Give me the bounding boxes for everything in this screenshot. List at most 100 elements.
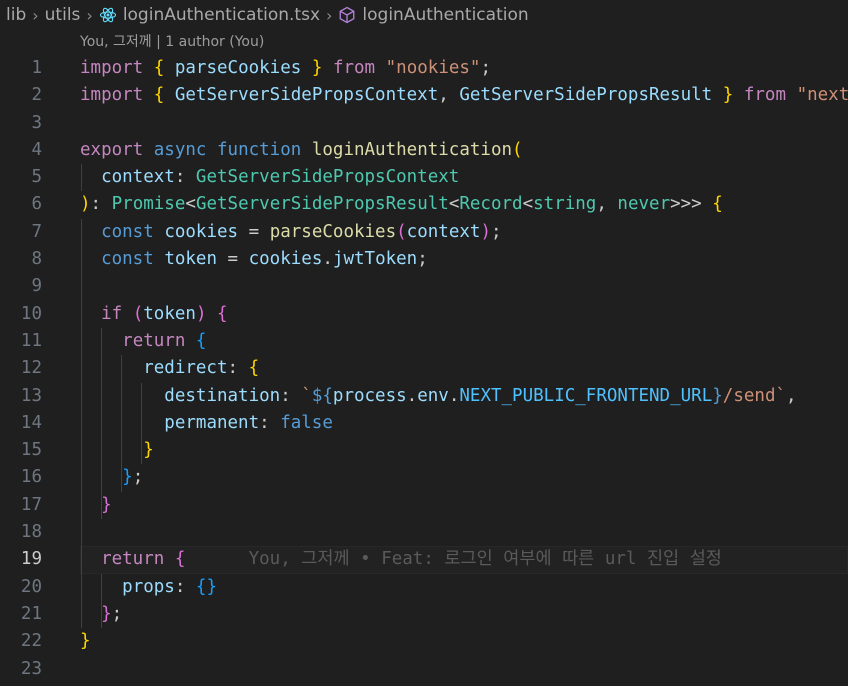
code-line[interactable]: 16 }; xyxy=(0,464,848,491)
code-token: ( xyxy=(396,221,407,242)
line-number: 6 xyxy=(31,194,42,215)
code-line[interactable]: 17 } xyxy=(0,492,848,519)
code-token: : xyxy=(174,167,196,188)
code-line[interactable]: 15 } xyxy=(0,437,848,464)
code-token: ${ xyxy=(311,385,333,406)
code-token: props xyxy=(122,576,175,597)
line-code: }; xyxy=(80,464,143,491)
line-number: 13 xyxy=(20,385,42,406)
code-token: } xyxy=(143,440,154,461)
code-token: if xyxy=(101,303,123,324)
breadcrumb-symbol[interactable]: loginAuthentication xyxy=(362,5,528,25)
line-number: 4 xyxy=(31,139,42,160)
line-code: } xyxy=(80,492,112,519)
breadcrumb-folder-utils[interactable]: utils xyxy=(45,5,81,25)
code-line[interactable]: 14 permanent: false xyxy=(0,410,848,437)
code-token: { xyxy=(217,303,228,324)
code-line[interactable]: 12 redirect: { xyxy=(0,355,848,382)
codelens-author[interactable]: You, 그저께 | 1 author (You) xyxy=(80,30,848,55)
code-token: } xyxy=(122,467,133,488)
code-token: NEXT_PUBLIC_FRONTEND_URL xyxy=(459,385,713,406)
code-token: { xyxy=(712,194,723,215)
line-number: 3 xyxy=(31,112,42,133)
code-token: ; xyxy=(490,221,502,242)
code-token: Promise xyxy=(111,194,186,215)
code-line[interactable]: 9 xyxy=(0,273,848,300)
line-code: redirect: { xyxy=(80,355,259,382)
code-token: const xyxy=(101,221,154,242)
code-line[interactable]: 4 export async function loginAuthenticati… xyxy=(0,137,848,164)
line-code: destination: `${process.env.NEXT_PUBLIC_… xyxy=(80,383,796,410)
code-line[interactable]: 23 xyxy=(0,656,848,683)
code-line[interactable]: 22} xyxy=(0,628,848,655)
line-code: } xyxy=(80,628,91,655)
code-token: import xyxy=(80,58,144,78)
code-line[interactable]: 8 const token = cookies.jwtToken; xyxy=(0,246,848,273)
line-number: 19 xyxy=(20,549,42,570)
code-editor[interactable]: 1 import { parseCookies } from "nookies";… xyxy=(0,55,848,683)
code-line[interactable]: 5 context: GetServerSidePropsContext xyxy=(0,164,848,191)
code-token: GetServerSidePropsResult xyxy=(459,85,713,106)
line-number: 7 xyxy=(31,221,42,242)
line-number: 10 xyxy=(20,303,42,324)
code-line[interactable]: 7 const cookies = parseCookies(context); xyxy=(0,219,848,246)
code-line[interactable]: 10 if (token) { xyxy=(0,301,848,328)
code-token: { xyxy=(174,549,186,570)
code-token: } xyxy=(712,385,723,406)
code-line[interactable]: 18 xyxy=(0,519,848,546)
line-number: 16 xyxy=(20,467,42,488)
line-code: if (token) { xyxy=(80,301,228,328)
code-token: export xyxy=(80,139,144,160)
code-token: ; xyxy=(480,58,492,78)
line-code: export async function loginAuthenticatio… xyxy=(80,137,523,164)
code-line[interactable]: 13 destination: `${process.env.NEXT_PUBL… xyxy=(0,383,848,410)
code-line[interactable]: 1 import { parseCookies } from "nookies"; xyxy=(0,55,848,82)
indent-guide xyxy=(81,164,82,192)
code-token: = xyxy=(217,249,249,270)
code-token: "next" xyxy=(796,85,848,106)
line-code: ): Promise<GetServerSidePropsResult<Reco… xyxy=(80,191,723,218)
code-line[interactable]: 19 return { You, 그저께 • Feat: 로그인 여부에 따른 … xyxy=(0,546,848,574)
code-token: jwtToken xyxy=(332,249,418,270)
code-line[interactable]: 11 return { xyxy=(0,328,848,355)
code-token: const xyxy=(101,249,154,270)
breadcrumb-folder-lib[interactable]: lib xyxy=(6,5,26,25)
code-token: { xyxy=(248,358,260,379)
code-line[interactable]: 6 ): Promise<GetServerSidePropsResult<Rec… xyxy=(0,191,848,218)
code-line[interactable]: 20 props: {} xyxy=(0,574,848,601)
code-token: ` xyxy=(301,385,312,406)
code-token: cookies xyxy=(164,221,239,242)
code-token: } xyxy=(101,494,112,515)
chevron-right-icon: › xyxy=(32,5,39,25)
code-line[interactable]: 21 }; xyxy=(0,601,848,628)
line-number: 5 xyxy=(31,167,42,188)
code-token: } xyxy=(80,631,91,652)
chevron-right-icon: › xyxy=(326,5,333,25)
code-token: ; xyxy=(132,467,144,488)
line-number: 9 xyxy=(31,276,42,297)
code-token: from xyxy=(332,58,376,78)
line-number: 17 xyxy=(20,494,42,515)
breadcrumb: lib › utils › loginAuthentication.tsx › … xyxy=(0,0,848,30)
code-token: : xyxy=(227,358,249,379)
code-token: destination xyxy=(164,385,281,406)
breadcrumb-file[interactable]: loginAuthentication.tsx xyxy=(123,5,320,25)
line-number: 11 xyxy=(20,330,42,351)
line-code: const token = cookies.jwtToken; xyxy=(80,246,428,273)
code-line[interactable]: 3 xyxy=(0,110,848,137)
code-token: context xyxy=(406,221,481,242)
code-line[interactable]: 2 import { GetServerSidePropsContext, Get… xyxy=(0,82,848,109)
inline-blame: You, 그저께 • Feat: 로그인 여부에 따른 url 진입 설정 xyxy=(185,549,722,570)
